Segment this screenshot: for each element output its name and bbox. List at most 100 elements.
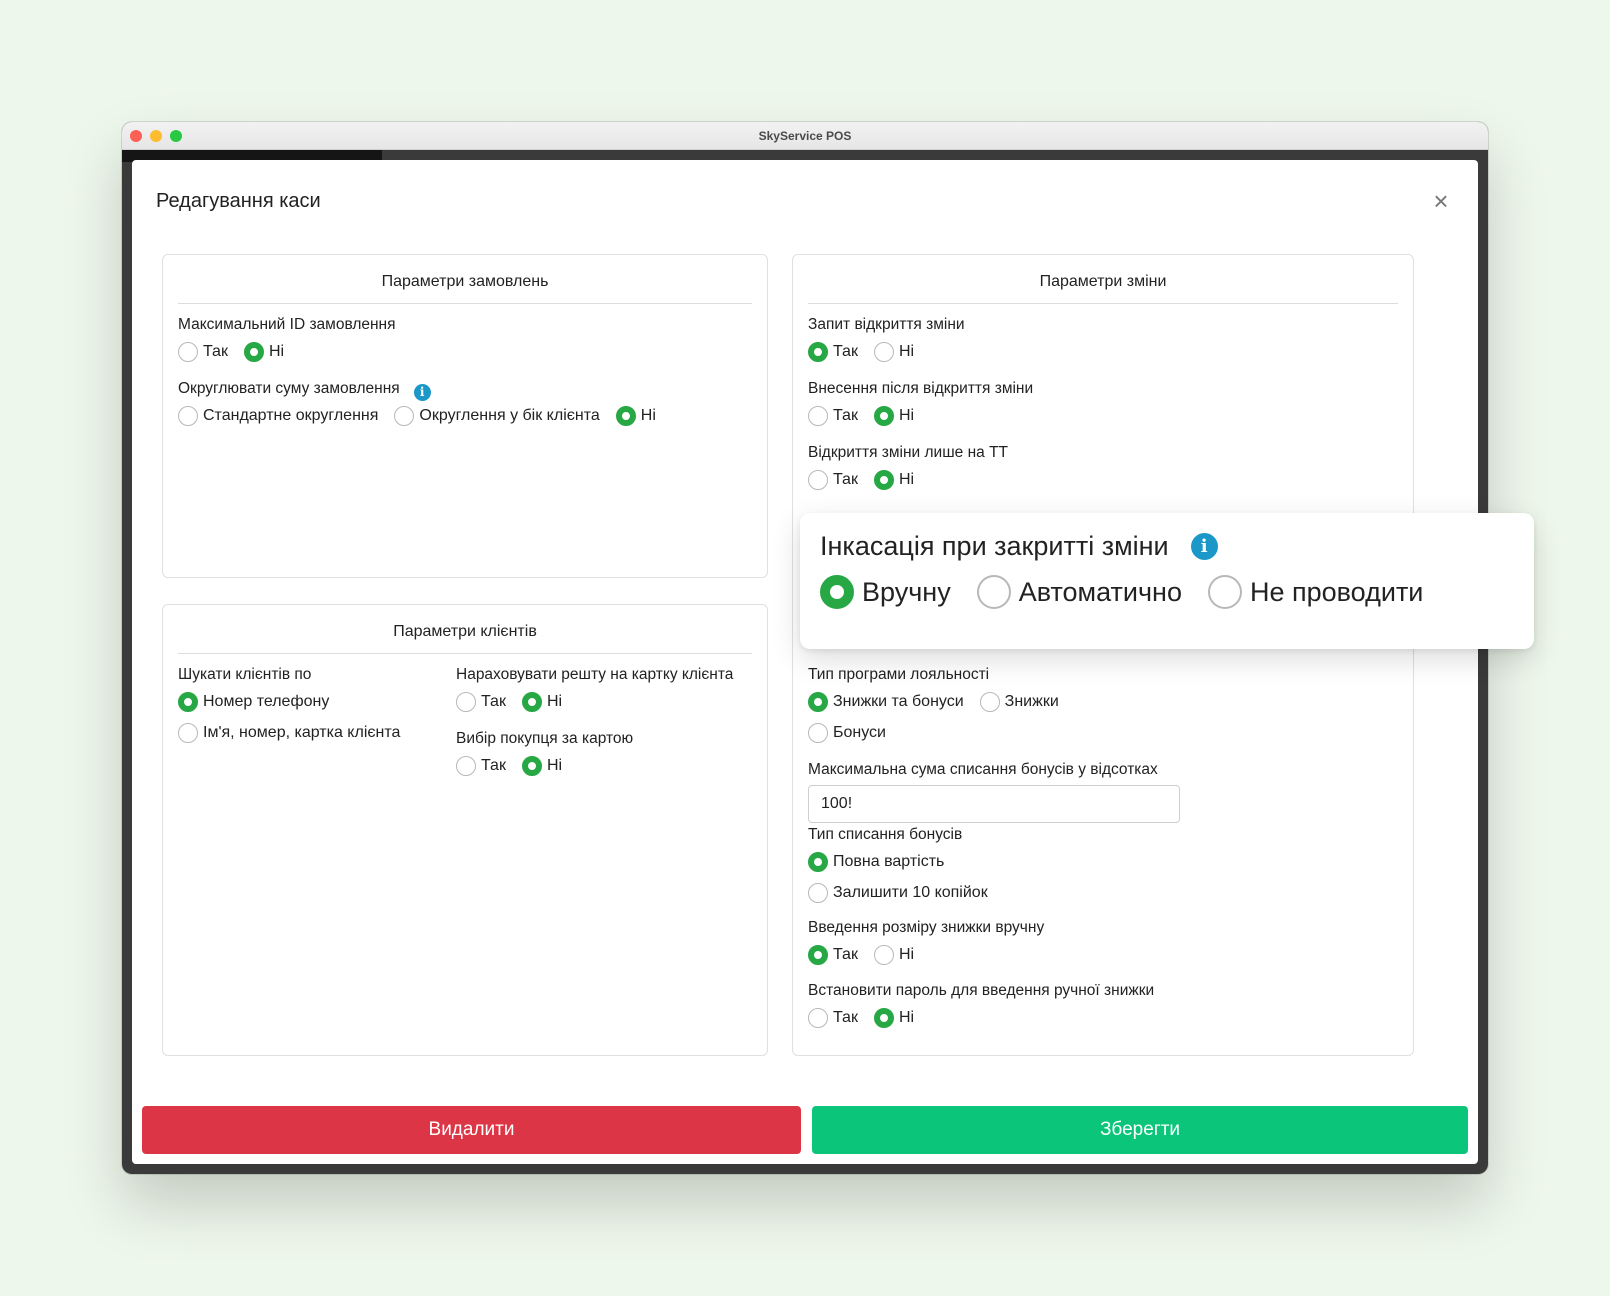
writeoff-full[interactable]: Повна вартість <box>808 852 944 872</box>
open-tt-no[interactable]: Ні <box>873 470 914 490</box>
buyer-no[interactable]: Ні <box>521 756 562 776</box>
deposit-after-field: Внесення після відкриття зміни Так Ні <box>808 379 1033 427</box>
password-field: Встановити пароль для введення ручної зн… <box>808 981 1154 1029</box>
radio-checked-icon[interactable] <box>873 470 894 490</box>
rounding-label: Округлювати суму замовлення <box>178 380 400 397</box>
shift-card-title: Параметри зміни <box>808 255 1398 304</box>
edit-register-dialog: Редагування каси × Параметри замовлень М… <box>132 160 1478 1164</box>
loyalty-bonuses[interactable]: Бонуси <box>808 723 886 743</box>
orders-card-title: Параметри замовлень <box>178 255 752 304</box>
collection-none[interactable]: Не проводити <box>1207 575 1423 609</box>
collection-auto[interactable]: Автоматично <box>976 575 1182 609</box>
max-id-no[interactable]: Ні <box>243 342 284 362</box>
radio-checked-icon[interactable] <box>243 342 264 362</box>
open-request-no[interactable]: Ні <box>873 342 914 362</box>
radio-icon[interactable] <box>178 342 198 362</box>
rounding-field: Округлювати суму замовлення i Стандартне … <box>178 379 672 427</box>
radio-icon[interactable] <box>1207 575 1242 609</box>
writeoff-label: Тип списання бонусів <box>808 826 963 843</box>
loyalty-discounts[interactable]: Знижки <box>979 692 1059 712</box>
delete-button[interactable]: Видалити <box>142 1106 801 1154</box>
manual-discount-yes[interactable]: Так <box>808 945 858 965</box>
max-id-field: Максимальний ID замовлення Так Ні <box>178 315 396 363</box>
radio-checked-icon[interactable] <box>808 692 828 712</box>
max-id-label: Максимальний ID замовлення <box>178 316 396 333</box>
loyalty-type-field: Тип програми лояльності Знижки та бонуси… <box>808 665 1075 744</box>
change-field: Нараховувати решту на картку клієнта Так… <box>456 665 733 713</box>
writeoff-field: Тип списання бонусів Повна вартість Зали… <box>808 825 1004 904</box>
open-tt-yes[interactable]: Так <box>808 470 858 490</box>
radio-icon[interactable] <box>178 723 198 743</box>
loyalty-both[interactable]: Знижки та бонуси <box>808 692 964 712</box>
window-title: SkyService POS <box>758 129 852 143</box>
open-request-field: Запит відкриття зміни Так Ні <box>808 315 965 363</box>
radio-icon[interactable] <box>808 470 828 490</box>
manual-discount-no[interactable]: Ні <box>873 945 914 965</box>
info-icon[interactable]: i <box>413 384 431 401</box>
radio-icon[interactable] <box>976 575 1011 609</box>
collection-label: Інкасація при закритті зміни <box>820 531 1169 561</box>
shift-card: Параметри зміни Запит відкриття зміни Та… <box>792 254 1414 1056</box>
dialog-title: Редагування каси <box>156 190 321 212</box>
radio-icon[interactable] <box>979 692 1000 712</box>
search-phone[interactable]: Номер телефону <box>178 692 329 712</box>
change-yes[interactable]: Так <box>456 692 506 712</box>
radio-checked-icon[interactable] <box>178 692 198 712</box>
radio-icon[interactable] <box>873 342 894 362</box>
radio-icon[interactable] <box>456 756 476 776</box>
max-bonus-label: Максимальна сума списання бонусів у відс… <box>808 761 1158 778</box>
radio-checked-icon[interactable] <box>873 406 894 426</box>
radio-icon[interactable] <box>456 692 476 712</box>
collection-zoom-callout: Інкасація при закритті зміни i Вручну Авт… <box>800 513 1534 649</box>
info-icon[interactable]: i <box>1190 533 1218 560</box>
manual-discount-label: Введення розміру знижки вручну <box>808 919 1045 936</box>
radio-checked-icon[interactable] <box>808 945 828 965</box>
clients-card-title: Параметри клієнтів <box>178 605 752 654</box>
max-id-yes[interactable]: Так <box>178 342 228 362</box>
password-yes[interactable]: Так <box>808 1008 858 1028</box>
change-no[interactable]: Ні <box>521 692 562 712</box>
close-icon[interactable]: × <box>1430 188 1452 214</box>
radio-checked-icon[interactable] <box>808 342 828 362</box>
buyer-label: Вибір покупця за картою <box>456 730 634 747</box>
search-field: Шукати клієнтів по Номер телефону Ім'я, … <box>178 665 416 744</box>
title-bar: SkyService POS <box>122 122 1488 150</box>
max-bonus-field: Максимальна сума списання бонусів у відс… <box>808 760 1180 823</box>
collection-manual[interactable]: Вручну <box>820 575 951 609</box>
clients-card: Параметри клієнтів Шукати клієнтів по Но… <box>162 604 768 1056</box>
radio-checked-icon[interactable] <box>615 406 636 426</box>
manual-discount-field: Введення розміру знижки вручну Так Ні <box>808 918 1044 966</box>
radio-checked-icon[interactable] <box>820 575 854 609</box>
password-no[interactable]: Ні <box>873 1008 914 1028</box>
radio-icon[interactable] <box>808 883 828 903</box>
search-label: Шукати клієнтів по <box>178 666 312 683</box>
search-any[interactable]: Ім'я, номер, картка клієнта <box>178 723 400 743</box>
deposit-after-no[interactable]: Ні <box>873 406 914 426</box>
deposit-after-yes[interactable]: Так <box>808 406 858 426</box>
open-request-label: Запит відкриття зміни <box>808 316 965 333</box>
orders-card: Параметри замовлень Максимальний ID замо… <box>162 254 768 578</box>
radio-icon[interactable] <box>178 406 198 426</box>
open-request-yes[interactable]: Так <box>808 342 858 362</box>
radio-checked-icon[interactable] <box>521 692 542 712</box>
open-tt-label: Відкриття зміни лише на ТТ <box>808 444 1009 461</box>
rounding-client[interactable]: Округлення у бік клієнта <box>394 406 600 426</box>
radio-checked-icon[interactable] <box>521 756 542 776</box>
max-bonus-input[interactable]: 100! <box>808 785 1180 823</box>
open-tt-field: Відкриття зміни лише на ТТ Так Ні <box>808 443 1008 491</box>
change-label: Нараховувати решту на картку клієнта <box>456 666 734 683</box>
writeoff-keep[interactable]: Залишити 10 копійок <box>808 883 988 903</box>
radio-icon[interactable] <box>808 1008 828 1028</box>
loyalty-type-label: Тип програми лояльності <box>808 666 990 683</box>
radio-icon[interactable] <box>808 723 828 743</box>
buyer-yes[interactable]: Так <box>456 756 506 776</box>
radio-icon[interactable] <box>394 406 415 426</box>
radio-checked-icon[interactable] <box>873 1008 894 1028</box>
rounding-standard[interactable]: Стандартне округлення <box>178 406 378 426</box>
save-button[interactable]: Зберегти <box>812 1106 1468 1154</box>
radio-icon[interactable] <box>873 945 894 965</box>
rounding-no[interactable]: Ні <box>615 406 656 426</box>
radio-checked-icon[interactable] <box>808 852 828 872</box>
deposit-after-label: Внесення після відкриття зміни <box>808 380 1034 397</box>
radio-icon[interactable] <box>808 406 828 426</box>
